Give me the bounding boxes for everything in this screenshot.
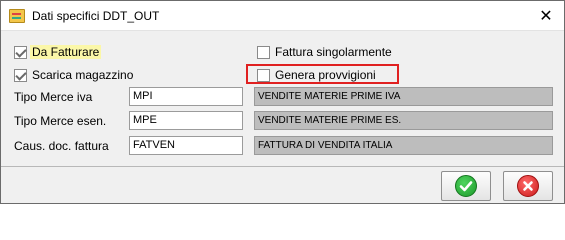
checkbox-unchecked-icon[interactable] (257, 45, 270, 59)
button-bar (1, 166, 564, 203)
highlight-frame (246, 64, 399, 84)
tipo-merce-iva-input[interactable]: MPI (129, 87, 243, 106)
tipo-merce-iva-label: Tipo Merce iva (14, 90, 93, 104)
tipo-merce-esen-label: Tipo Merce esen. (14, 114, 107, 128)
caus-doc-fattura-label: Caus. doc. fattura (14, 139, 109, 153)
window-title: Dati specifici DDT_OUT (32, 9, 160, 23)
da-fatturare-checkbox[interactable]: Da Fatturare (14, 43, 102, 61)
dialog-window: Dati specifici DDT_OUT ✕ Da Fatturare Sc… (0, 0, 565, 204)
tipo-merce-esen-input[interactable]: MPE (129, 111, 243, 130)
tipo-merce-esen-description: VENDITE MATERIE PRIME ES. (254, 111, 553, 130)
caus-doc-fattura-description: FATTURA DI VENDITA ITALIA (254, 136, 553, 155)
checkbox-checked-icon[interactable] (14, 45, 27, 59)
fattura-singolarmente-label: Fattura singolarmente (275, 45, 392, 59)
check-icon (455, 175, 477, 197)
fattura-singolarmente-checkbox[interactable]: Fattura singolarmente (257, 43, 392, 61)
dialog-content: Da Fatturare Scarica magazzino Fattura s… (1, 32, 564, 166)
checkbox-checked-icon[interactable] (14, 68, 27, 82)
caus-doc-fattura-input[interactable]: FATVEN (129, 136, 243, 155)
cancel-button[interactable] (503, 171, 553, 201)
scarica-magazzino-label: Scarica magazzino (32, 68, 134, 82)
cancel-icon (517, 175, 539, 197)
confirm-button[interactable] (441, 171, 491, 201)
tipo-merce-iva-description: VENDITE MATERIE PRIME IVA (254, 87, 553, 106)
close-icon[interactable]: ✕ (536, 6, 556, 26)
document-icon (9, 9, 25, 23)
title-bar[interactable]: Dati specifici DDT_OUT ✕ (1, 1, 564, 31)
scarica-magazzino-checkbox[interactable]: Scarica magazzino (14, 66, 133, 84)
da-fatturare-label: Da Fatturare (30, 45, 102, 59)
